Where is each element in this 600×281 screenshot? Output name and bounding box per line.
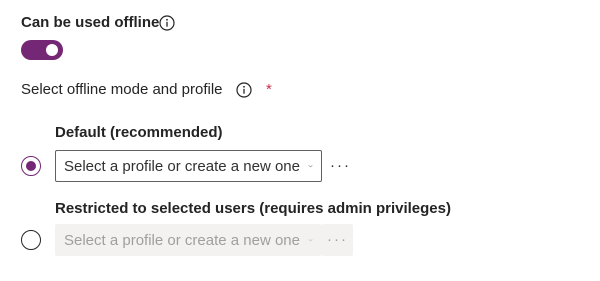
dropdown-placeholder: Select a profile or create a new one: [64, 231, 300, 249]
more-options-button[interactable]: ···: [327, 232, 348, 247]
more-options-button[interactable]: ···: [330, 158, 351, 173]
radio-restricted[interactable]: [21, 230, 41, 250]
info-icon[interactable]: [236, 82, 252, 98]
chevron-down-icon: [308, 165, 313, 168]
toggle-knob: [46, 44, 58, 56]
required-mark: *: [266, 81, 272, 98]
radio-default[interactable]: [21, 156, 41, 176]
more-options-button-disabled-bg: ···: [322, 224, 353, 256]
mode-label: Select offline mode and profile: [21, 81, 223, 98]
offline-label: Can be used offline: [21, 14, 160, 31]
info-icon[interactable]: [159, 15, 175, 31]
dropdown-placeholder: Select a profile or create a new one: [64, 157, 300, 175]
profile-dropdown-restricted[interactable]: Select a profile or create a new one: [55, 224, 322, 256]
offline-toggle[interactable]: [21, 40, 63, 60]
chevron-down-icon: [308, 239, 313, 242]
radio-dot: [26, 161, 36, 171]
option-restricted-label: Restricted to selected users (requires a…: [55, 200, 451, 217]
option-default-label: Default (recommended): [55, 124, 223, 141]
profile-dropdown-default[interactable]: Select a profile or create a new one: [55, 150, 322, 182]
